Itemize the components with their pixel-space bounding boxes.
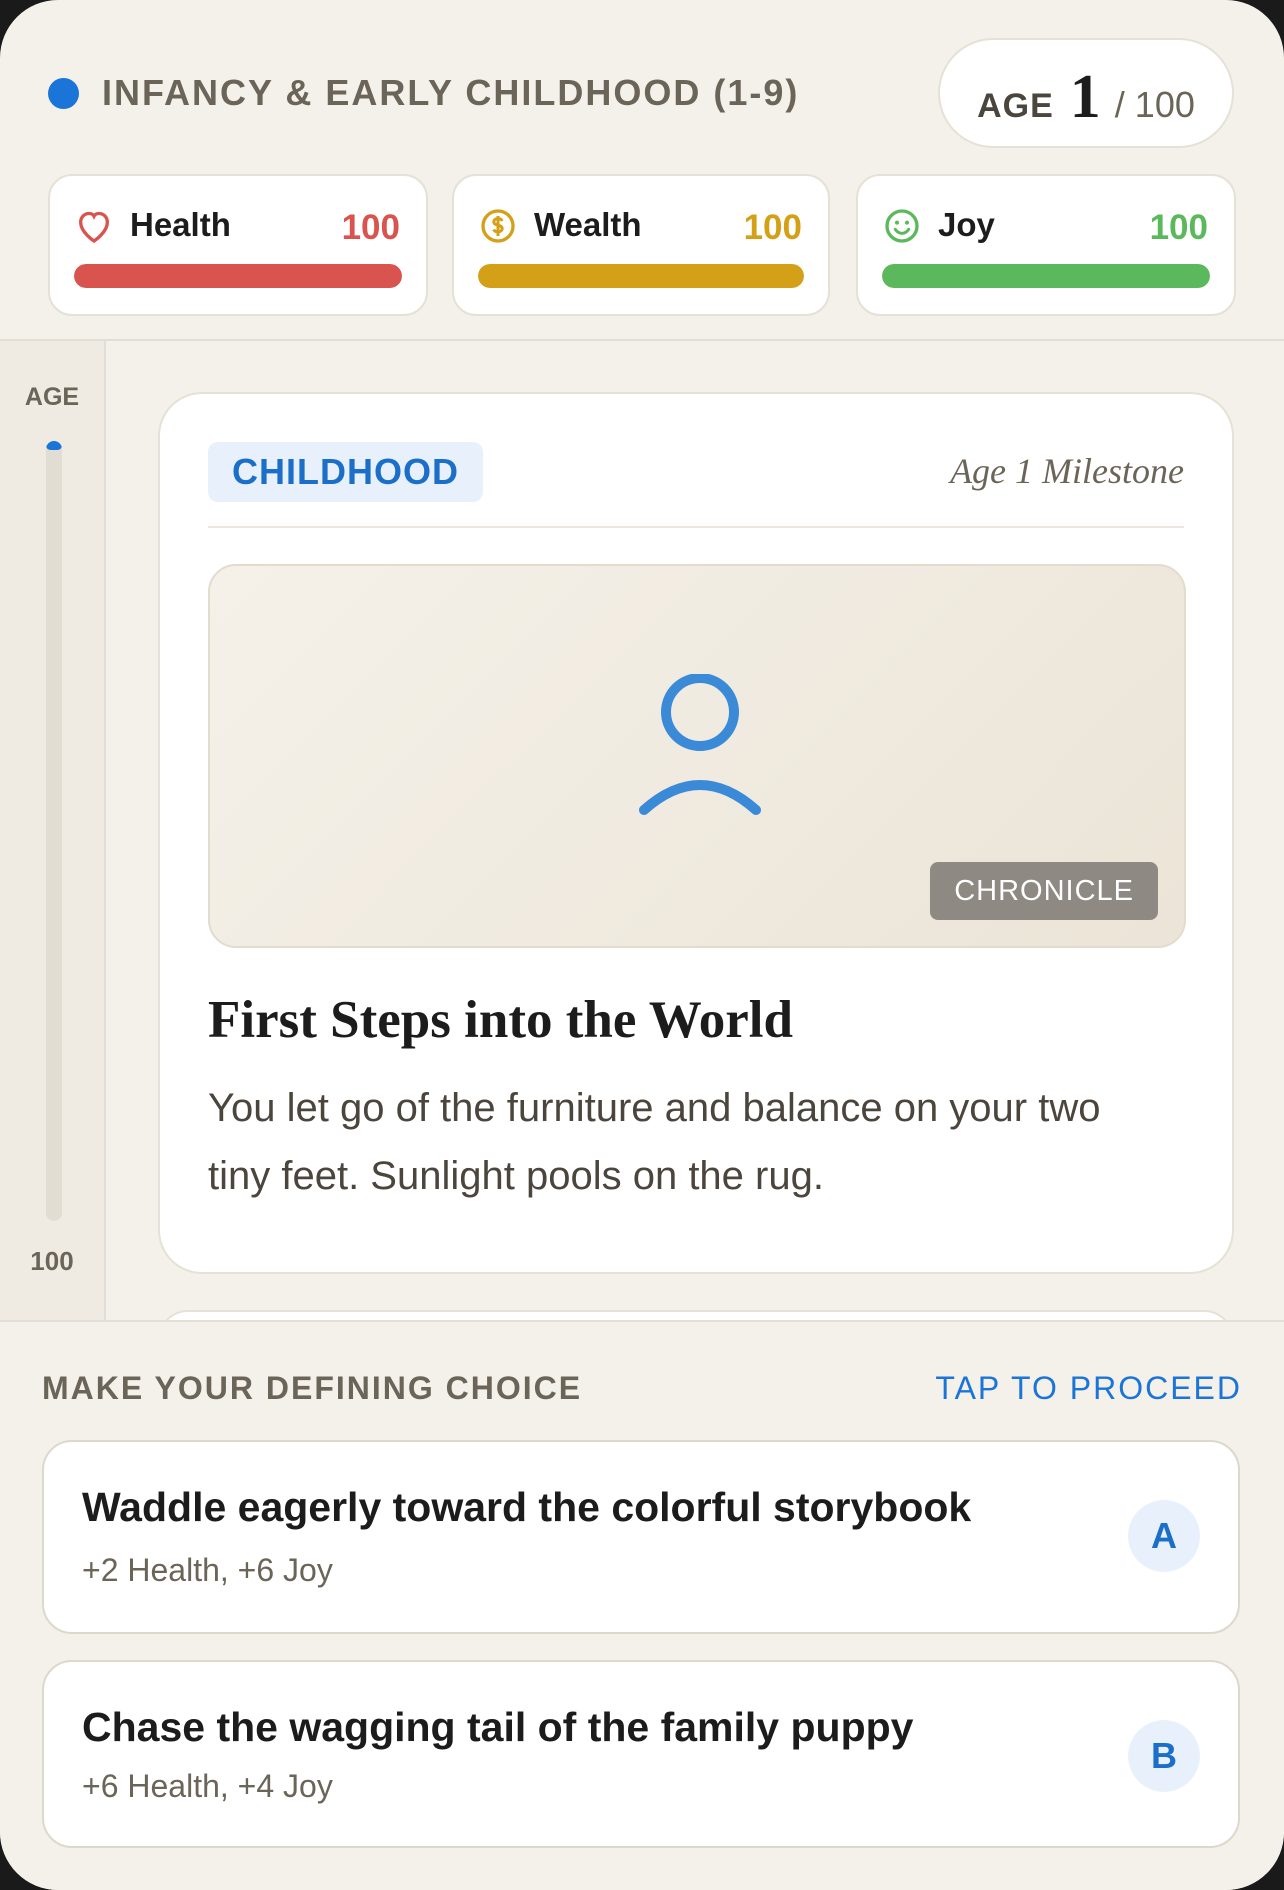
choice-title: Chase the wagging tail of the family pup… xyxy=(82,1704,914,1750)
card-divider xyxy=(208,526,1184,528)
timeline-track xyxy=(46,441,62,1221)
life-phase-label: INFANCY & EARLY CHILDHOOD (1-9) xyxy=(102,72,800,113)
joy-bar xyxy=(882,264,1210,288)
timeline-progress xyxy=(46,441,62,451)
age-counter: AGE 1 / 100 xyxy=(938,38,1234,148)
choice-option-b[interactable]: Chase the wagging tail of the family pup… xyxy=(42,1660,1240,1848)
event-illustration: CHRONICLE xyxy=(208,564,1186,948)
chronicle-badge: CHRONICLE xyxy=(930,862,1158,920)
joy-bar-fill xyxy=(882,264,1210,288)
tap-to-proceed-link[interactable]: TAP TO PROCEED xyxy=(935,1370,1242,1407)
stat-card-wealth: Wealth 100 xyxy=(452,174,830,316)
header-divider xyxy=(0,339,1284,341)
stat-card-health: Health 100 xyxy=(48,174,428,316)
wealth-bar-fill xyxy=(478,264,804,288)
choice-panel: MAKE YOUR DEFINING CHOICE TAP TO PROCEED… xyxy=(0,1320,1284,1890)
event-title: First Steps into the World xyxy=(208,991,793,1049)
health-bar-fill xyxy=(74,264,402,288)
choice-effects: +2 Health, +6 Joy xyxy=(82,1552,333,1588)
stat-name: Joy xyxy=(938,206,995,243)
choice-title: Waddle eagerly toward the colorful story… xyxy=(82,1484,972,1530)
timeline-top-label: AGE xyxy=(24,383,80,411)
choice-key-badge: B xyxy=(1128,1720,1200,1792)
life-stage-tag: CHILDHOOD xyxy=(208,442,483,502)
age-timeline: AGE 100 xyxy=(0,341,106,1321)
heart-icon xyxy=(78,211,110,243)
stat-name: Wealth xyxy=(534,206,642,243)
choice-key-badge: A xyxy=(1128,1500,1200,1572)
wealth-bar xyxy=(478,264,804,288)
phase-indicator-dot xyxy=(48,78,79,109)
age-counter-label: AGE xyxy=(977,87,1054,125)
health-bar xyxy=(74,264,402,288)
stat-card-joy: Joy 100 xyxy=(856,174,1236,316)
milestone-label: Age 1 Milestone xyxy=(950,451,1184,491)
coin-icon xyxy=(481,209,515,243)
choice-effects: +6 Health, +4 Joy xyxy=(82,1768,333,1804)
choice-option-a[interactable]: Waddle eagerly toward the colorful story… xyxy=(42,1440,1240,1634)
stat-name: Health xyxy=(130,206,231,243)
stat-value: 100 xyxy=(743,208,802,247)
smile-icon xyxy=(885,209,919,243)
age-counter-max: / 100 xyxy=(1114,84,1195,125)
stat-value: 100 xyxy=(1149,208,1208,247)
choice-heading: MAKE YOUR DEFINING CHOICE xyxy=(42,1370,583,1406)
timeline-bottom-label: 100 xyxy=(30,1246,74,1276)
person-icon xyxy=(639,674,761,815)
app-frame: INFANCY & EARLY CHILDHOOD (1-9) AGE 1 / … xyxy=(0,0,1284,1890)
age-counter-value: 1 xyxy=(1069,63,1101,131)
event-card: CHILDHOOD Age 1 Milestone CHRONICLE Firs… xyxy=(158,392,1234,1274)
stat-value: 100 xyxy=(341,208,400,247)
event-description: You let go of the furniture and balance … xyxy=(208,1086,1101,1198)
